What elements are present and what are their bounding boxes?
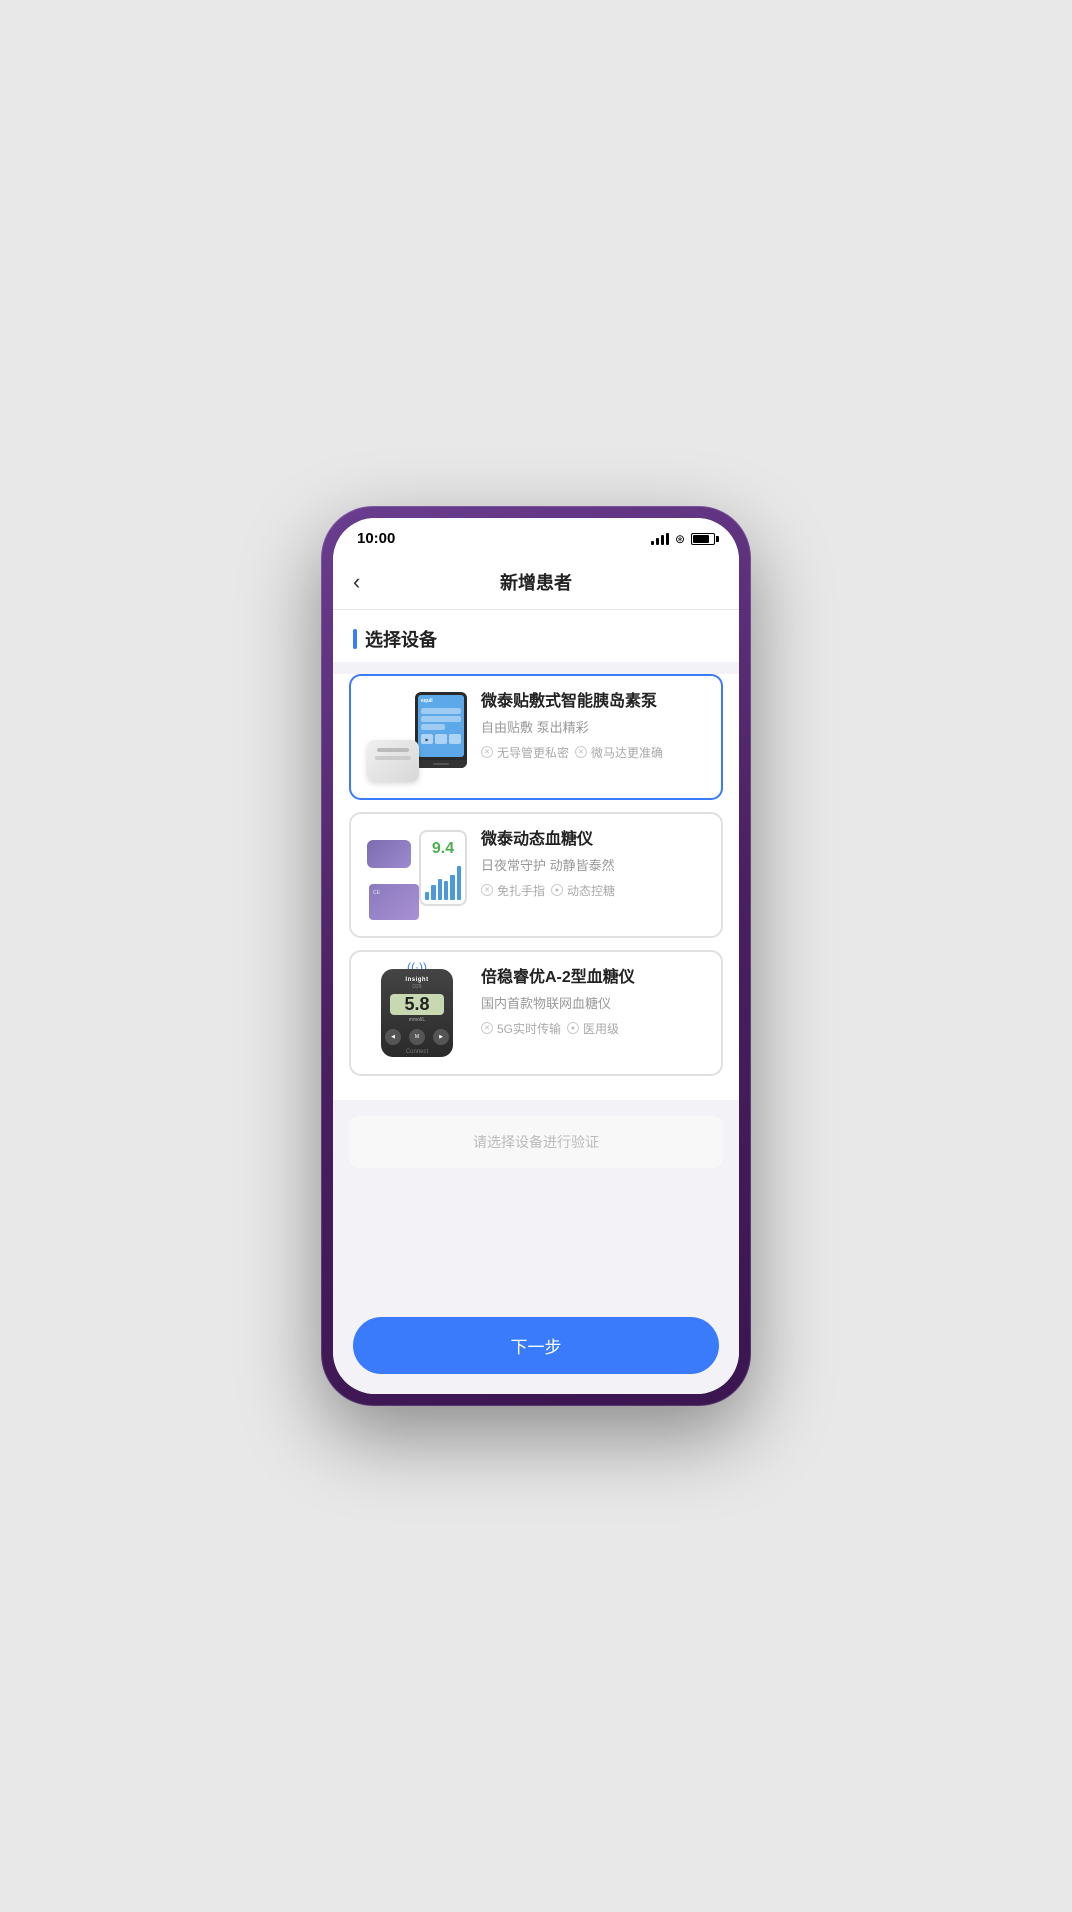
bgm-illustration: ((·)) Insight D29 5.8 mmol/L ◀ [367, 968, 467, 1058]
status-time: 10:00 [357, 530, 395, 547]
device-image-cgm: CE 9.4 [367, 830, 467, 920]
device-feature-3: ✕ 免扎手指 [481, 882, 545, 899]
device-feature-1: ✕ 无导管更私密 [481, 744, 569, 761]
device-feature-6: ● 医用级 [567, 1020, 619, 1037]
device-list: equil ▶ [333, 674, 739, 1100]
bgm-screen: 5.8 [390, 994, 444, 1015]
device-slogan-cgm: 日夜常守护 动静皆泰然 [481, 855, 705, 874]
feature-dot-2: ✕ [575, 746, 587, 758]
phone-screen: 10:00 ⊛ ‹ 新增患者 [333, 518, 739, 1394]
bgm-device: Insight D29 5.8 mmol/L ◀ M [381, 969, 453, 1057]
back-button[interactable]: ‹ [353, 569, 360, 595]
verify-box: 请选择设备进行验证 [349, 1116, 723, 1168]
device-features-cgm: ✕ 免扎手指 ● 动态控糖 [481, 882, 705, 899]
cgm-illustration: CE 9.4 [367, 830, 467, 920]
cgm-reading: 9.4 [432, 840, 454, 858]
page-title: 新增患者 [500, 569, 572, 595]
cgm-phone: 9.4 [419, 830, 467, 906]
section-title: 选择设备 [353, 626, 719, 652]
status-bar: 10:00 ⊛ [333, 518, 739, 555]
feature-dot-4: ● [551, 884, 563, 896]
bgm-btn-right: ▶ [433, 1029, 449, 1045]
signal-icon [651, 533, 669, 545]
feature-dot-5: ✕ [481, 1022, 493, 1034]
cgm-sensor [367, 840, 411, 868]
device-info-bgm: 倍稳睿优A-2型血糖仪 国内首款物联网血糖仪 ✕ 5G实时传输 ● 医用级 [481, 968, 705, 1037]
pump-pod [367, 740, 419, 782]
pump-screen: equil ▶ [418, 695, 464, 757]
cgm-package: CE [369, 884, 419, 920]
verify-section: 请选择设备进行验证 [333, 1100, 739, 1184]
section-header: 选择设备 [333, 610, 739, 662]
header: ‹ 新增患者 [333, 555, 739, 610]
cgm-chart [425, 858, 461, 900]
next-button[interactable]: 下一步 [353, 1317, 719, 1374]
main-content: 选择设备 equil [333, 610, 739, 1305]
feature-dot-3: ✕ [481, 884, 493, 896]
phone-frame: 10:00 ⊛ ‹ 新增患者 [321, 506, 751, 1406]
status-icons: ⊛ [651, 532, 715, 546]
device-feature-2: ✕ 微马达更准确 [575, 744, 663, 761]
device-slogan-insulin-pump: 自由贴敷 泵出精彩 [481, 717, 705, 736]
wifi-icon: ⊛ [675, 532, 685, 546]
device-name-insulin-pump: 微泰贴敷式智能胰岛素泵 [481, 692, 705, 713]
device-feature-4: ● 动态控糖 [551, 882, 615, 899]
device-card-bgm[interactable]: ((·)) Insight D29 5.8 mmol/L ◀ [349, 950, 723, 1076]
device-info-cgm: 微泰动态血糖仪 日夜常守护 动静皆泰然 ✕ 免扎手指 ● 动态控糖 [481, 830, 705, 899]
feature-dot-1: ✕ [481, 746, 493, 758]
bottom-section: 下一步 [333, 1305, 739, 1394]
bgm-btn-m: M [409, 1029, 425, 1045]
device-card-insulin-pump[interactable]: equil ▶ [349, 674, 723, 800]
bgm-btn-left: ◀ [385, 1029, 401, 1045]
pump-phone: equil ▶ [415, 692, 467, 768]
device-card-cgm[interactable]: CE 9.4 [349, 812, 723, 938]
bgm-buttons: ◀ M ▶ [385, 1029, 449, 1045]
device-features-insulin-pump: ✕ 无导管更私密 ✕ 微马达更准确 [481, 744, 705, 761]
battery-icon [691, 533, 715, 545]
verify-text: 请选择设备进行验证 [473, 1134, 599, 1150]
device-name-bgm: 倍稳睿优A-2型血糖仪 [481, 968, 705, 989]
device-info-insulin-pump: 微泰贴敷式智能胰岛素泵 自由贴敷 泵出精彩 ✕ 无导管更私密 ✕ 微马达更准确 [481, 692, 705, 761]
pump-illustration: equil ▶ [367, 692, 467, 782]
device-image-insulin-pump: equil ▶ [367, 692, 467, 782]
device-image-bgm: ((·)) Insight D29 5.8 mmol/L ◀ [367, 968, 467, 1058]
device-features-bgm: ✕ 5G实时传输 ● 医用级 [481, 1020, 705, 1037]
title-bar-accent [353, 629, 357, 649]
device-feature-5: ✕ 5G实时传输 [481, 1020, 561, 1037]
device-name-cgm: 微泰动态血糖仪 [481, 830, 705, 851]
device-slogan-bgm: 国内首款物联网血糖仪 [481, 993, 705, 1012]
bgm-brand: Insight [405, 977, 428, 983]
feature-dot-6: ● [567, 1022, 579, 1034]
